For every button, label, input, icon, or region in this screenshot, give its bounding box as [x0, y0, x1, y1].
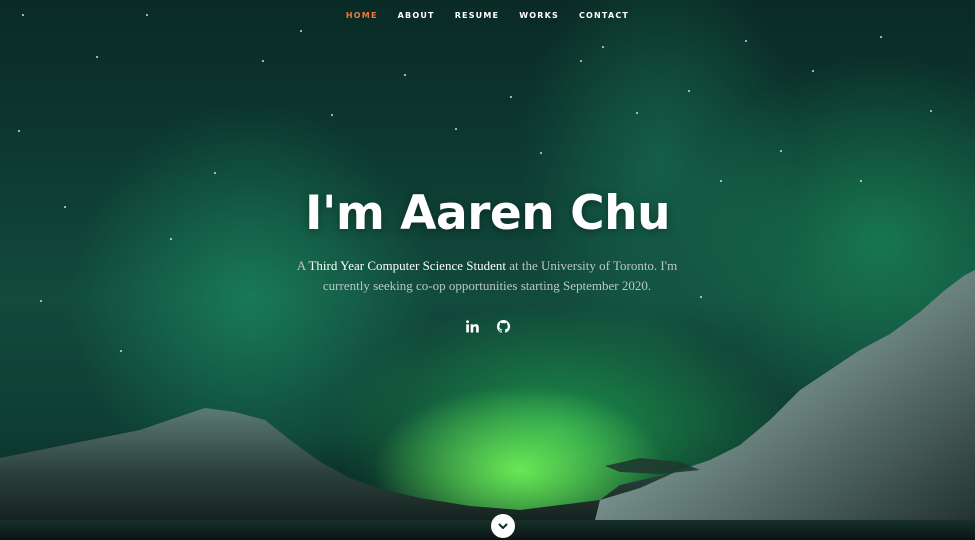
social-links [0, 318, 975, 335]
nav-about[interactable]: ABOUT [398, 11, 435, 20]
main-nav: HOME ABOUT RESUME WORKS CONTACT [0, 0, 975, 30]
nav-contact[interactable]: CONTACT [579, 11, 629, 20]
linkedin-icon[interactable] [464, 318, 481, 335]
hero-section: HOME ABOUT RESUME WORKS CONTACT I'm Aare… [0, 0, 975, 540]
nav-home[interactable]: HOME [346, 11, 378, 20]
github-icon[interactable] [495, 318, 512, 335]
subtitle-highlight: Third Year Computer Science Student [308, 258, 506, 273]
subtitle-prefix: A [296, 258, 309, 273]
nav-works[interactable]: WORKS [519, 11, 559, 20]
scroll-down-button[interactable] [491, 514, 515, 538]
hero-subtitle: A Third Year Computer Science Student at… [287, 256, 687, 296]
chevron-down-icon [498, 523, 508, 529]
hero-title: I'm Aaren Chu [304, 186, 671, 241]
nav-resume[interactable]: RESUME [455, 11, 500, 20]
